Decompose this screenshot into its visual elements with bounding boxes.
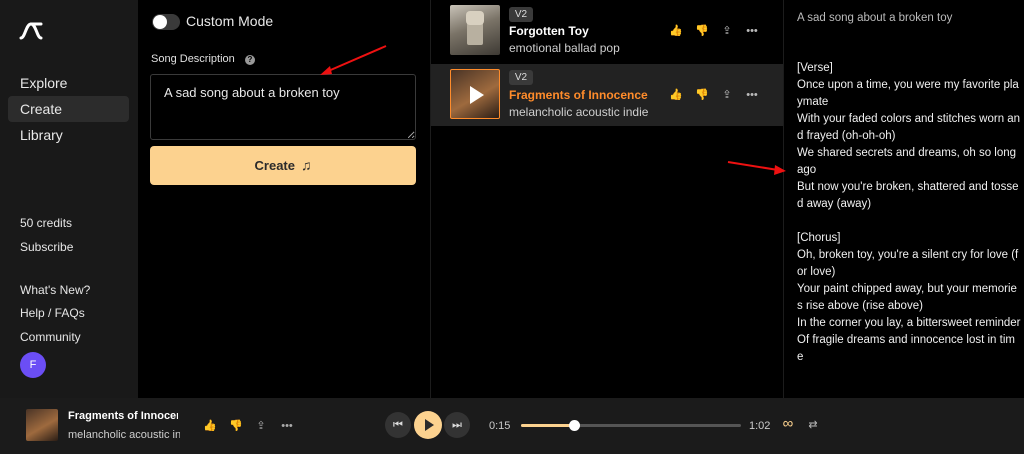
progress-slider[interactable]	[521, 420, 741, 431]
lyrics-line: Once upon a time, you were my favorite p…	[797, 79, 1019, 108]
subscribe-link[interactable]: Subscribe	[20, 240, 73, 254]
thumbs-up-icon[interactable]: 👍	[669, 24, 683, 38]
nav-create[interactable]: Create	[8, 96, 129, 122]
song-genre: emotional ballad pop	[509, 41, 620, 55]
version-badge: V2	[509, 7, 533, 22]
song-thumbnail[interactable]	[450, 5, 500, 55]
lyrics-line: With your faded colors and stitches worn…	[797, 113, 1021, 142]
lyrics-line: But now you're broken, shattered and tos…	[797, 181, 1019, 210]
infinite-loop-icon[interactable]: ∞	[780, 416, 796, 431]
more-options-icon[interactable]: •••	[280, 419, 294, 433]
lyrics-line: [Verse]	[797, 62, 833, 74]
thumbs-down-icon[interactable]: 👎	[695, 24, 709, 38]
help-faqs-link[interactable]: Help / FAQs	[20, 306, 85, 320]
create-panel: Custom Mode Song Description ? A sad son…	[138, 0, 430, 398]
whats-new-link[interactable]: What's New?	[20, 283, 90, 297]
sidebar: Explore Create Library 50 credits Subscr…	[0, 0, 138, 398]
thumbs-down-icon[interactable]: 👎	[695, 88, 709, 102]
lyrics-line: In the corner you lay, a bittersweet rem…	[797, 317, 1021, 329]
custom-mode-toggle[interactable]	[152, 14, 180, 30]
nav-library[interactable]: Library	[8, 122, 129, 148]
credits-count: 50 credits	[20, 216, 73, 230]
music-note-icon: ♫	[300, 157, 312, 173]
repeat-icon[interactable]: ⇄	[806, 418, 820, 432]
now-playing-title[interactable]: Fragments of Innocen	[68, 410, 178, 422]
thumbs-down-icon[interactable]: 👎	[229, 419, 243, 433]
play-overlay-icon	[470, 86, 484, 104]
progress-fill	[521, 424, 574, 427]
toy-head-icon	[466, 11, 484, 25]
progress-handle[interactable]	[568, 420, 580, 431]
create-button[interactable]: Create ♫	[150, 146, 416, 185]
current-time: 0:15	[489, 420, 511, 432]
song-description-input[interactable]: A sad song about a broken toy	[150, 74, 416, 140]
share-icon[interactable]: ⇪	[254, 419, 268, 433]
thumbs-up-icon[interactable]: 👍	[669, 88, 683, 102]
next-track-button[interactable]: ⏭	[444, 412, 470, 438]
share-icon[interactable]: ⇪	[720, 24, 734, 38]
total-time: 1:02	[749, 420, 771, 432]
thumbs-up-icon[interactable]: 👍	[203, 419, 217, 433]
song-title[interactable]: Forgotten Toy	[509, 24, 589, 38]
share-icon[interactable]: ⇪	[720, 88, 734, 102]
annotation-arrow	[727, 161, 786, 175]
now-playing-genre: melancholic acoustic indi	[68, 429, 180, 441]
previous-track-button[interactable]: ⏮	[385, 412, 411, 438]
now-playing-thumbnail[interactable]	[26, 409, 58, 441]
help-icon[interactable]: ?	[245, 55, 255, 65]
lyrics-text: [Verse] Once upon a time, you were my fa…	[797, 60, 1021, 366]
more-options-icon[interactable]: •••	[745, 88, 759, 102]
more-options-icon[interactable]: •••	[745, 24, 759, 38]
song-list: V2 Forgotten Toy emotional ballad pop 👍 …	[430, 0, 783, 398]
custom-mode-label: Custom Mode	[186, 13, 274, 29]
lyrics-line: Of fragile dreams and innocence lost in …	[797, 334, 1015, 363]
song-row[interactable]: V2 Forgotten Toy emotional ballad pop 👍 …	[431, 0, 783, 62]
play-icon	[425, 419, 434, 431]
lyrics-line: Your paint chipped away, but your memori…	[797, 283, 1017, 312]
annotation-arrow	[320, 45, 387, 75]
song-title[interactable]: Fragments of Innocence	[509, 88, 648, 102]
community-link[interactable]: Community	[20, 330, 81, 344]
create-button-label: Create	[254, 158, 295, 173]
nav-explore[interactable]: Explore	[8, 70, 129, 96]
version-badge: V2	[509, 70, 533, 85]
player-bar: Fragments of Innocen melancholic acousti…	[0, 398, 1024, 454]
lyrics-line: Oh, broken toy, you're a silent cry for …	[797, 249, 1019, 278]
waveform-logo-icon[interactable]	[18, 18, 44, 44]
song-actions: 👍 👎 ⇪ •••	[669, 24, 769, 40]
song-description-label: Song Description	[151, 53, 235, 65]
avatar[interactable]: F	[20, 352, 46, 378]
song-actions: 👍 👎 ⇪ •••	[669, 88, 769, 104]
song-thumbnail[interactable]	[450, 69, 500, 119]
lyrics-line: We shared secrets and dreams, oh so long…	[797, 147, 1017, 176]
play-button[interactable]	[414, 411, 442, 439]
song-row[interactable]: V2 Fragments of Innocence melancholic ac…	[431, 64, 783, 126]
lyrics-gap	[797, 213, 1021, 230]
song-genre: melancholic acoustic indie	[509, 105, 649, 119]
lyrics-title: A sad song about a broken toy	[797, 12, 953, 24]
lyrics-panel: A sad song about a broken toy [Verse] On…	[727, 0, 1024, 398]
lyrics-line: [Chorus]	[797, 232, 841, 244]
